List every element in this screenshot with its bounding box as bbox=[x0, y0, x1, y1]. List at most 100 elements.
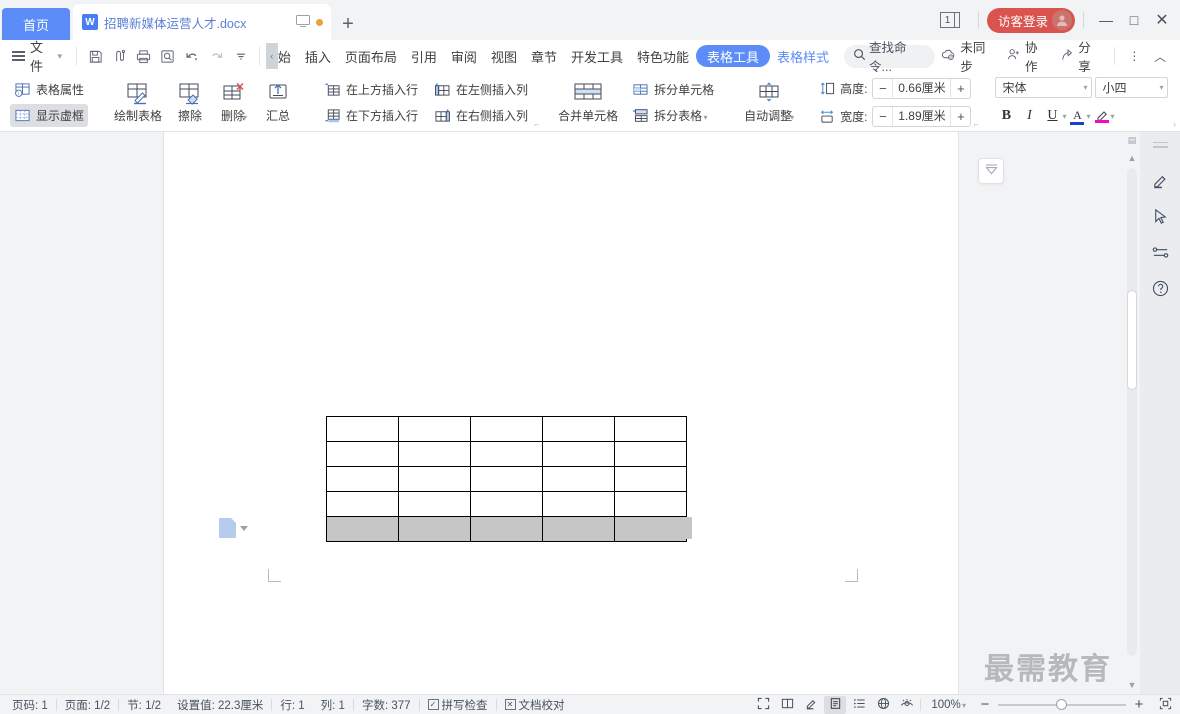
sidebar-item-settings[interactable] bbox=[1144, 236, 1176, 272]
group-expand-icon-2[interactable]: ⌐ bbox=[974, 120, 979, 129]
ribbon-tab-table-tools[interactable]: 表格工具 bbox=[696, 45, 771, 67]
sync-status-button[interactable]: 未同步 bbox=[935, 37, 999, 75]
status-col[interactable]: 列: 1 bbox=[313, 697, 353, 713]
table-cell[interactable] bbox=[326, 416, 399, 442]
scroll-up-arrow-icon[interactable]: ▲ bbox=[1128, 150, 1137, 166]
table-cell[interactable] bbox=[470, 516, 543, 542]
table-cell[interactable] bbox=[470, 416, 543, 442]
ribbon-tab-developer[interactable]: 开发工具 bbox=[564, 45, 630, 67]
minimize-button[interactable]: — bbox=[1092, 6, 1120, 34]
status-word-count[interactable]: 字数: 377 bbox=[354, 697, 419, 713]
zoom-out-button[interactable]: − bbox=[978, 696, 992, 713]
row-height-minus[interactable]: − bbox=[873, 79, 892, 98]
sidebar-item-select[interactable] bbox=[1144, 200, 1176, 236]
table-row[interactable] bbox=[326, 416, 687, 442]
fullscreen-button[interactable] bbox=[752, 696, 774, 714]
pen-mode-button[interactable] bbox=[800, 696, 822, 714]
new-tab-button[interactable]: + bbox=[331, 8, 365, 40]
redo-icon[interactable] bbox=[204, 43, 228, 69]
status-spell-check[interactable]: ✓ 拼写检查 bbox=[420, 697, 496, 713]
customize-qat-icon[interactable] bbox=[229, 43, 253, 69]
status-section[interactable]: 节: 1/2 bbox=[119, 697, 169, 713]
share-button[interactable]: 分享 bbox=[1054, 37, 1105, 75]
table-cell[interactable] bbox=[614, 466, 687, 492]
table-cell[interactable] bbox=[398, 516, 471, 542]
table-row[interactable] bbox=[326, 466, 687, 492]
table-cell[interactable] bbox=[398, 441, 471, 467]
col-width-spinner[interactable]: − 1.89厘米 + bbox=[872, 105, 972, 127]
table-cell[interactable] bbox=[470, 466, 543, 492]
table-cell[interactable] bbox=[614, 416, 687, 442]
table-cell[interactable] bbox=[326, 491, 399, 517]
eye-read-button[interactable] bbox=[896, 696, 918, 714]
cloud-save-icon[interactable] bbox=[107, 43, 131, 69]
chevron-down-icon[interactable]: ▾ bbox=[1062, 112, 1066, 121]
status-setting-value[interactable]: 设置值: 22.3厘米 bbox=[169, 697, 271, 713]
row-height-spinner[interactable]: − 0.66厘米 + bbox=[872, 77, 972, 99]
paste-options-smart-tag[interactable] bbox=[219, 518, 248, 538]
merge-cells-button[interactable]: 合并单元格 bbox=[552, 79, 624, 126]
insert-col-right-button[interactable]: 在右侧插入列 bbox=[430, 104, 532, 127]
maximize-button[interactable]: □ bbox=[1120, 6, 1148, 34]
table-cell[interactable] bbox=[470, 441, 543, 467]
sum-button[interactable]: 汇总 bbox=[256, 79, 300, 126]
undo-icon[interactable] bbox=[180, 43, 204, 69]
show-gridlines-button[interactable]: 显示虚框 bbox=[10, 103, 89, 127]
draw-table-button[interactable]: 绘制表格 bbox=[108, 79, 168, 126]
ribbon-tab-insert[interactable]: 插入 bbox=[298, 45, 338, 67]
print-icon[interactable] bbox=[131, 43, 155, 69]
vertical-scrollbar[interactable]: ▤ ▲ ▼ bbox=[1124, 132, 1140, 694]
page-count-badge[interactable]: 1 bbox=[939, 12, 960, 28]
table-cell[interactable] bbox=[398, 466, 471, 492]
table-filter-button[interactable] bbox=[978, 158, 1004, 184]
table-cell[interactable] bbox=[326, 466, 399, 492]
tab-scroll-left-button[interactable]: ‹ bbox=[265, 43, 278, 69]
guest-login-button[interactable]: 访客登录 bbox=[986, 7, 1075, 33]
col-width-plus[interactable]: + bbox=[951, 107, 970, 126]
bold-button[interactable]: B bbox=[995, 105, 1017, 127]
ribbon-tab-features[interactable]: 特色功能 bbox=[630, 45, 696, 67]
table-cell[interactable] bbox=[542, 466, 615, 492]
ribbon-tab-review[interactable]: 审阅 bbox=[444, 45, 484, 67]
search-command-box[interactable]: 查找命令... bbox=[844, 41, 936, 74]
document-table[interactable] bbox=[326, 416, 687, 542]
zoom-track[interactable] bbox=[998, 698, 1126, 710]
zoom-in-button[interactable]: + bbox=[1132, 696, 1146, 713]
table-row[interactable] bbox=[326, 441, 687, 467]
scrollbar-track[interactable] bbox=[1127, 168, 1137, 656]
highlight-button[interactable] bbox=[1092, 105, 1112, 127]
ribbon-overflow-icon[interactable]: › bbox=[1173, 119, 1176, 129]
ribbon-tab-references[interactable]: 引用 bbox=[404, 45, 444, 67]
fit-page-button[interactable] bbox=[1154, 696, 1176, 714]
table-cell[interactable] bbox=[614, 516, 687, 542]
row-height-value[interactable]: 0.66厘米 bbox=[892, 78, 952, 98]
chevron-down-icon[interactable] bbox=[240, 525, 248, 531]
close-button[interactable]: ✕ bbox=[1148, 6, 1176, 34]
print-preview-icon[interactable] bbox=[156, 43, 180, 69]
status-page-number[interactable]: 页码: 1 bbox=[4, 697, 56, 713]
sidebar-item-help[interactable] bbox=[1144, 272, 1176, 308]
table-cell[interactable] bbox=[614, 491, 687, 517]
insert-row-above-button[interactable]: 在上方插入行 bbox=[320, 78, 422, 101]
table-cell[interactable] bbox=[614, 441, 687, 467]
insert-col-left-button[interactable]: 在左侧插入列 bbox=[430, 78, 532, 101]
row-height-plus[interactable]: + bbox=[951, 79, 970, 98]
more-options-button[interactable]: ⋮ bbox=[1123, 43, 1147, 69]
table-cell[interactable] bbox=[542, 441, 615, 467]
chevron-down-icon[interactable]: ▾ bbox=[1111, 112, 1115, 121]
delete-table-button[interactable]: 删除▾ bbox=[212, 79, 256, 126]
underline-button[interactable]: U bbox=[1041, 105, 1063, 127]
font-color-button[interactable]: A bbox=[1067, 105, 1087, 127]
scrollbar-thumb[interactable] bbox=[1127, 290, 1137, 390]
page-layout-view-button[interactable] bbox=[824, 695, 847, 714]
document-canvas[interactable]: 最需教育 bbox=[0, 132, 1124, 694]
ribbon-tab-table-styles[interactable]: 表格样式 bbox=[770, 45, 836, 67]
split-table-button[interactable]: 拆分表格 ▾ bbox=[628, 104, 718, 127]
table-cell[interactable] bbox=[542, 416, 615, 442]
tab-document[interactable]: W 招聘新媒体运营人才.docx bbox=[73, 4, 331, 40]
collapse-ribbon-button[interactable]: ︿ bbox=[1148, 43, 1172, 69]
sidebar-item-pen[interactable] bbox=[1144, 164, 1176, 200]
font-size-select[interactable]: 小四 ▾ bbox=[1095, 77, 1169, 98]
split-cells-button[interactable]: 拆分单元格 bbox=[628, 78, 718, 101]
status-page-of[interactable]: 页面: 1/2 bbox=[57, 697, 118, 713]
